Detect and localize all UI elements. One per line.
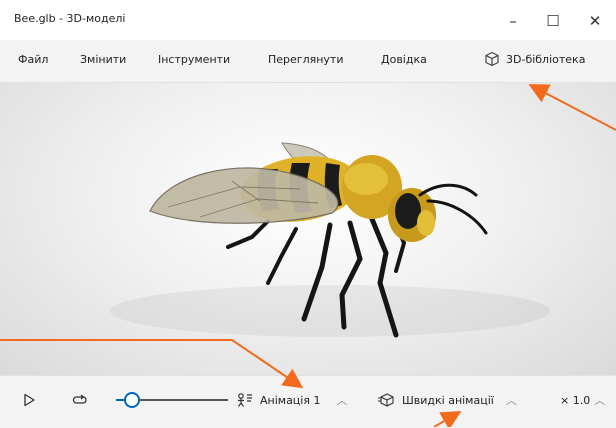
3d-library-button[interactable]: 3D-бібліотека — [484, 51, 585, 67]
chevron-up-icon: ︿ — [594, 394, 606, 407]
speed-selector[interactable]: × 1.0 ︿ — [560, 389, 605, 411]
timeline-slider[interactable] — [112, 389, 230, 411]
quick-animations-selector[interactable]: Швидкі анімації ︿ — [378, 389, 517, 411]
chevron-up-icon: ︿ — [336, 394, 348, 407]
menu-bar: Файл Змінити Інструменти Переглянути Дов… — [0, 40, 616, 83]
cube-icon — [485, 51, 499, 67]
slider-thumb — [124, 392, 140, 408]
animation-label: Анімація 1 — [260, 393, 321, 407]
animation-toolbar: Анімація 1 ︿ Швидкі анімації ︿ × 1.0 ︿ — [0, 375, 616, 428]
menu-help[interactable]: Довідка — [381, 53, 427, 66]
3d-viewport[interactable] — [0, 83, 616, 375]
chevron-up-icon: ︿ — [505, 394, 517, 407]
3d-library-label: 3D-бібліотека — [506, 52, 586, 66]
speed-label: × 1.0 — [560, 393, 591, 407]
loop-icon — [72, 394, 87, 404]
window-title: Bee.glb - 3D-моделі — [14, 12, 126, 25]
close-button[interactable]: ✕ — [580, 8, 610, 34]
menu-view[interactable]: Переглянути — [268, 53, 343, 66]
app-window: Bee.glb - 3D-моделі – ☐ ✕ Файл Змінити І… — [0, 0, 616, 428]
menu-edit[interactable]: Змінити — [80, 53, 126, 66]
loop-button[interactable] — [72, 389, 88, 411]
slider-track — [116, 392, 228, 408]
bee-model — [110, 142, 550, 338]
maximize-button[interactable]: ☐ — [538, 8, 568, 34]
quick-animations-label: Швидкі анімації — [402, 393, 494, 407]
animation-selector[interactable]: Анімація 1 ︿ — [236, 389, 347, 411]
minimize-button[interactable]: – — [498, 8, 528, 34]
title-bar: Bee.glb - 3D-моделі – ☐ ✕ — [0, 0, 616, 40]
menu-file[interactable]: Файл — [18, 53, 48, 66]
menu-tools[interactable]: Інструменти — [158, 53, 230, 66]
quick-animation-icon — [378, 393, 394, 407]
play-icon — [24, 393, 35, 407]
play-button[interactable] — [22, 389, 36, 411]
animation-icon — [238, 393, 252, 407]
